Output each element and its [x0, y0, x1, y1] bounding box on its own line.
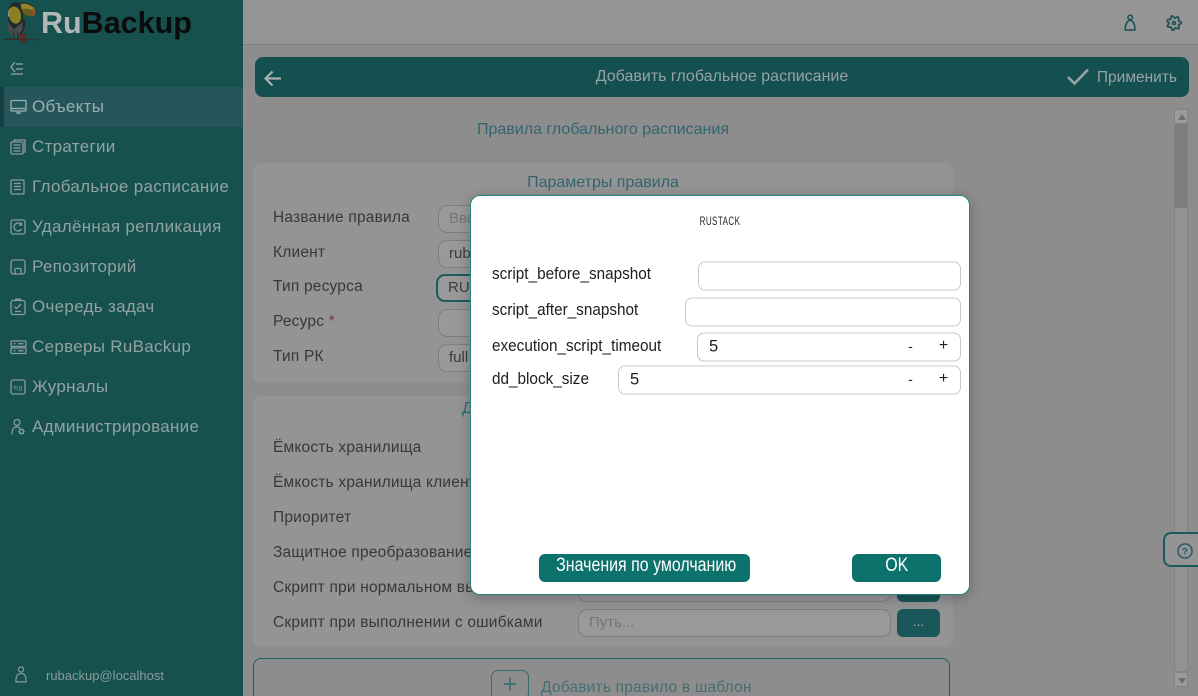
svg-text:?: ? [1182, 545, 1188, 556]
svg-text:log: log [14, 386, 23, 392]
